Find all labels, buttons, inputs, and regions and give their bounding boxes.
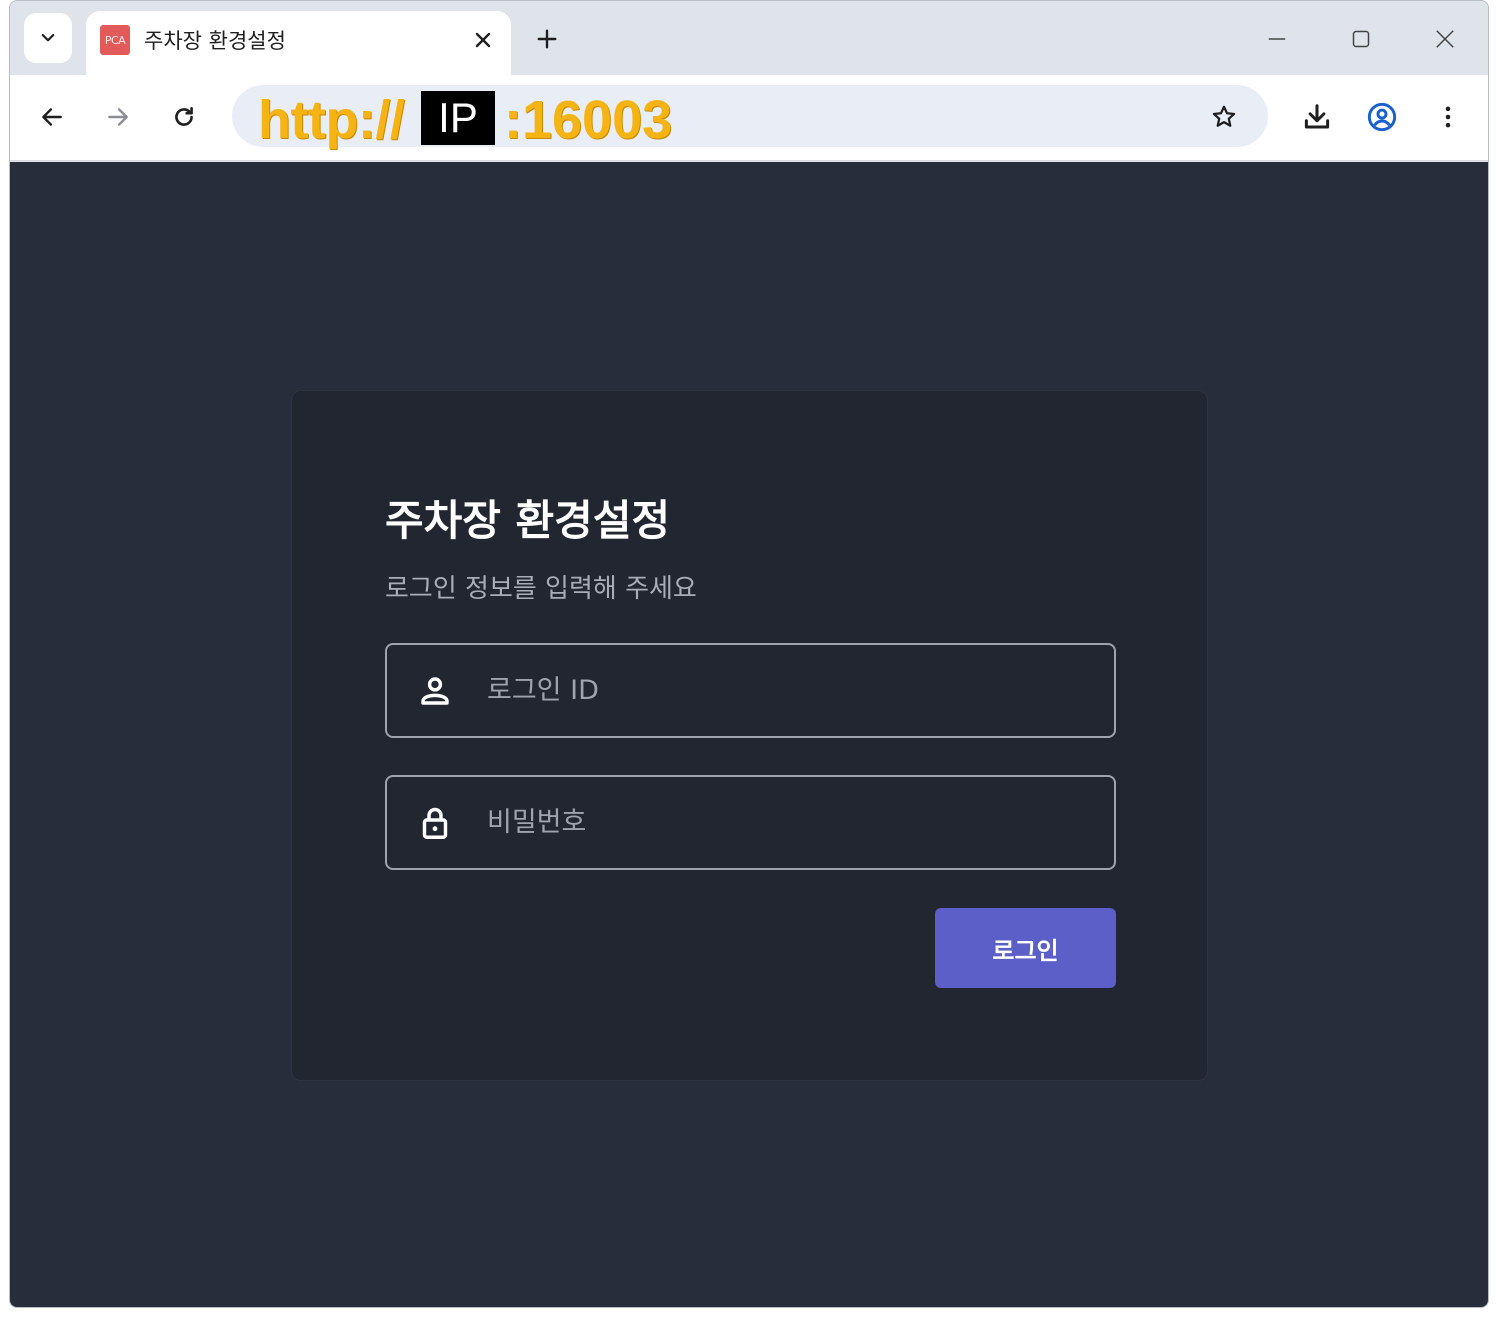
tab-search-button[interactable] [24, 13, 72, 63]
reload-button[interactable] [164, 97, 204, 137]
user-icon [415, 671, 455, 711]
window-close-button[interactable] [1425, 19, 1465, 59]
tab-strip: PCA 주차장 환경설정 [10, 1, 1488, 75]
download-icon [1304, 104, 1330, 129]
login-button[interactable]: 로그인 [935, 908, 1116, 988]
maximize-button[interactable] [1341, 19, 1381, 59]
login-id-input[interactable] [487, 645, 1087, 736]
chevron-down-icon [41, 33, 55, 42]
back-button[interactable] [32, 97, 72, 137]
menu-button[interactable] [1428, 97, 1468, 137]
back-icon [42, 108, 62, 126]
login-id-field-box [385, 643, 1116, 738]
star-icon [1212, 105, 1236, 127]
new-tab-button[interactable] [529, 21, 565, 57]
minimize-button[interactable] [1257, 19, 1297, 59]
page-subtitle: 로그인 정보를 입력해 주세요 [385, 574, 697, 604]
tab-title: 주차장 환경설정 [144, 29, 286, 53]
forward-button[interactable] [98, 97, 138, 137]
active-tab[interactable]: PCA 주차장 환경설정 [86, 11, 511, 75]
url-scheme: http:// [258, 90, 405, 150]
downloads-button[interactable] [1297, 97, 1337, 137]
password-input[interactable] [487, 777, 1087, 868]
page-content: 주차장 환경설정 로그인 정보를 입력해 주세요 로그인 [10, 162, 1488, 1307]
tab-favicon: PCA [100, 25, 130, 55]
close-icon [475, 32, 491, 48]
url-ip-redaction: IP [421, 91, 495, 145]
lock-icon [415, 803, 455, 843]
profile-button[interactable] [1362, 97, 1402, 137]
close-icon [1436, 30, 1454, 48]
minimize-icon [1268, 38, 1286, 40]
maximize-icon [1352, 30, 1370, 48]
bookmark-button[interactable] [1204, 97, 1244, 137]
tab-close-button[interactable] [468, 25, 498, 55]
address-bar[interactable]: http:// IP :16003 [232, 85, 1268, 150]
profile-icon [1367, 102, 1397, 132]
reload-icon [175, 107, 193, 126]
browser-window: PCA 주차장 환경설정 http:// IP:16003 주차장 환경설정 … [9, 0, 1489, 1308]
forward-icon [108, 108, 128, 126]
browser-toolbar: http:// IP :16003 [10, 75, 1488, 161]
url-port: :16003 [504, 90, 673, 150]
page-title: 주차장 환경설정 [385, 496, 671, 545]
plus-icon [537, 29, 557, 49]
more-icon [1445, 106, 1451, 128]
password-field-box [385, 775, 1116, 870]
login-card: 주차장 환경설정 로그인 정보를 입력해 주세요 로그인 [291, 390, 1208, 1081]
